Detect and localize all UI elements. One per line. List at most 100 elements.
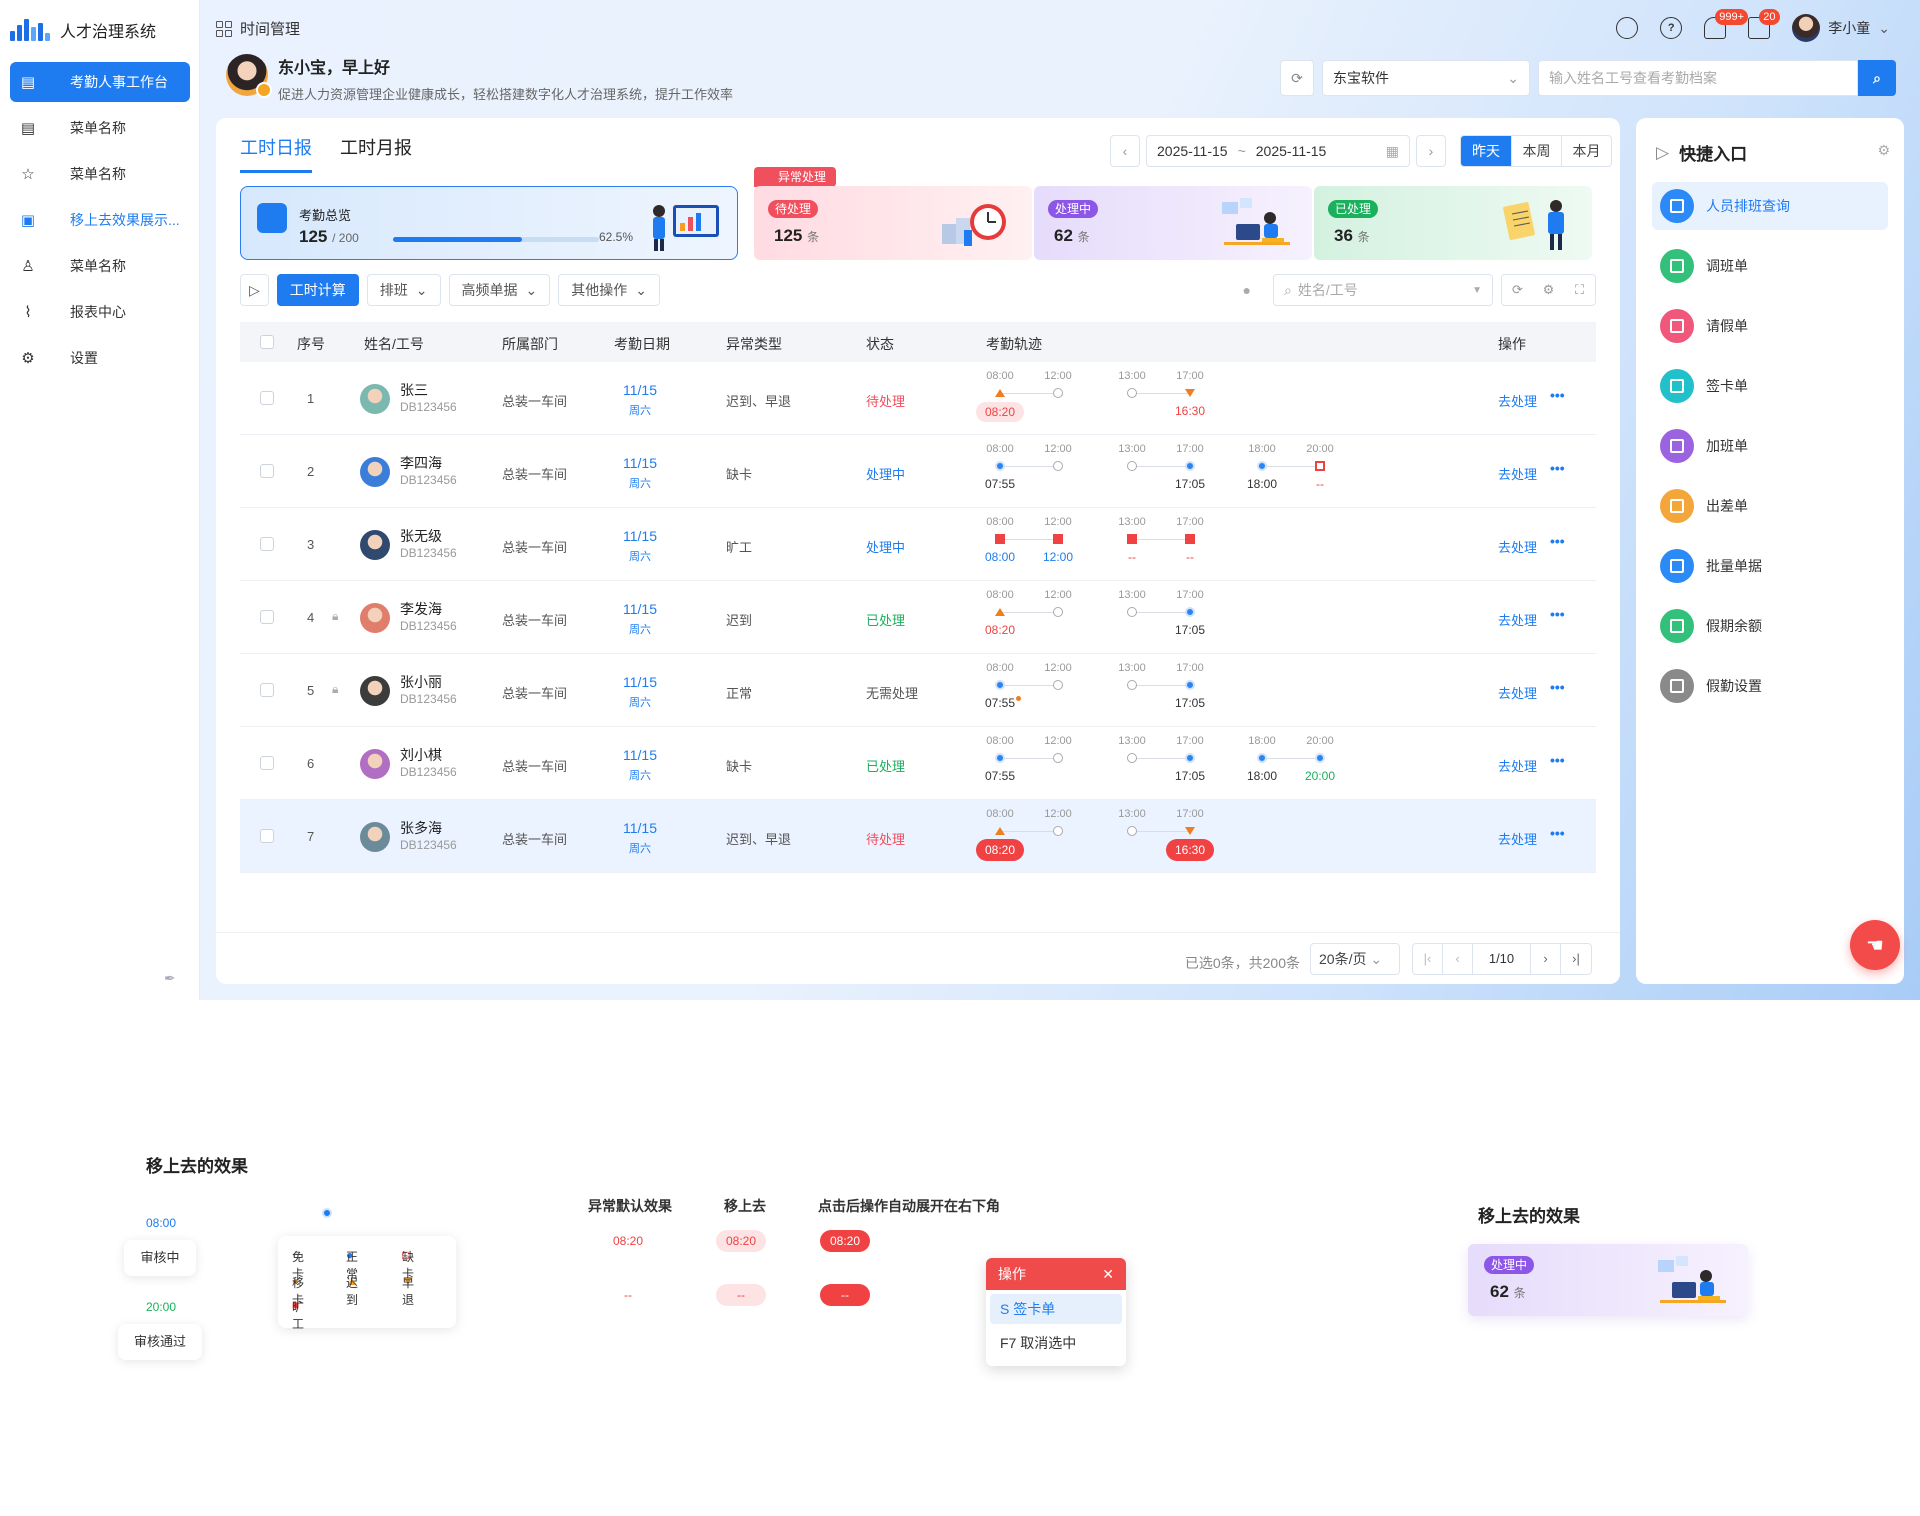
- track-punch-time[interactable]: 08:20: [976, 839, 1024, 861]
- attendance-date[interactable]: 11/15: [620, 528, 660, 544]
- sidebar-item-1[interactable]: ▤document-icon菜单名称: [10, 108, 190, 148]
- quick-item-3[interactable]: 签卡单: [1652, 362, 1888, 410]
- track-mark-empty[interactable]: [1053, 607, 1063, 617]
- row-checkbox[interactable]: [260, 829, 274, 843]
- process-link[interactable]: 去处理: [1498, 756, 1537, 775]
- track-mark-absent[interactable]: [1053, 534, 1063, 544]
- attendance-date[interactable]: 11/15: [620, 674, 660, 690]
- app-logo[interactable]: 人才治理系统: [10, 18, 156, 42]
- name-id-search[interactable]: ⌕ 姓名/工号 ▼: [1273, 274, 1493, 306]
- track-mark-normal[interactable]: [1257, 753, 1267, 763]
- track-punch-time[interactable]: --: [1108, 550, 1156, 564]
- select-all-checkbox[interactable]: [260, 335, 274, 349]
- collapse-icon[interactable]: ▷: [1656, 143, 1669, 163]
- bell-icon[interactable]: 999+: [1704, 9, 1749, 39]
- attendance-overview-card[interactable]: 考勤总览 125 / 200 62.5%: [240, 186, 738, 260]
- frequent-docs-dropdown[interactable]: 高频单据 ⌄: [448, 274, 551, 306]
- row-checkbox[interactable]: [260, 464, 274, 478]
- track-mark-late[interactable]: [995, 608, 1005, 616]
- attendance-date[interactable]: 11/15: [620, 382, 660, 398]
- track-mark-absent[interactable]: [1127, 534, 1137, 544]
- track-punch-time[interactable]: 07:55: [976, 769, 1024, 783]
- table-row[interactable]: 6 刘小棋 DB123456 总装一车间 11/15 周六 缺卡 已处理 08:00 07:55 1…: [240, 727, 1596, 800]
- date-range-input[interactable]: 2025-11-15 ~ 2025-11-15 ▦: [1146, 135, 1410, 167]
- process-link[interactable]: 去处理: [1498, 391, 1537, 410]
- search-icon[interactable]: [1616, 17, 1639, 39]
- user-menu[interactable]: 李小童 ⌄: [1792, 14, 1890, 42]
- row-checkbox[interactable]: [260, 537, 274, 551]
- track-punch-time[interactable]: 17:05: [1166, 696, 1214, 710]
- more-icon[interactable]: •••: [1550, 606, 1565, 622]
- quick-item-2[interactable]: 请假单: [1652, 302, 1888, 350]
- row-checkbox[interactable]: [260, 391, 274, 405]
- popup-item-cancel[interactable]: F7 取消选中: [990, 1328, 1122, 1358]
- sidebar-item-5[interactable]: ⌇report-icon报表中心: [10, 292, 190, 332]
- message-icon[interactable]: 20: [1748, 9, 1780, 39]
- track-punch-time[interactable]: 08:20: [976, 623, 1024, 637]
- fullscreen-icon[interactable]: ⛶: [1564, 275, 1595, 305]
- track-mark-empty[interactable]: [1127, 607, 1137, 617]
- settings-icon[interactable]: ⚙: [1533, 275, 1564, 305]
- track-mark-empty[interactable]: [1053, 461, 1063, 471]
- company-select[interactable]: 东宝软件 ⌄: [1322, 60, 1530, 96]
- track-punch-time[interactable]: 18:00: [1238, 769, 1286, 783]
- next-date-button[interactable]: ›: [1416, 135, 1446, 167]
- quick-item-5[interactable]: 出差单: [1652, 482, 1888, 530]
- track-mark-missing[interactable]: [1315, 461, 1325, 471]
- track-mark-absent[interactable]: [1185, 534, 1195, 544]
- track-mark-empty[interactable]: [1053, 753, 1063, 763]
- track-mark-early[interactable]: [1185, 389, 1195, 397]
- quick-item-7[interactable]: 假期余额: [1652, 602, 1888, 650]
- table-row[interactable]: 3 张无级 DB123456 总装一车间 11/15 周六 旷工 处理中 08:00 08:00 1…: [240, 508, 1596, 581]
- table-row[interactable]: 5 🔒︎ 张小丽 DB123456 总装一车间 11/15 周六 正常 无需处理 08:00 07:…: [240, 654, 1596, 727]
- table-row[interactable]: 2 李四海 DB123456 总装一车间 11/15 周六 缺卡 处理中 08:00 07:55 1…: [240, 435, 1596, 508]
- sidebar-item-2[interactable]: ☆star-icon菜单名称: [10, 154, 190, 194]
- quick-item-8[interactable]: 假勤设置: [1652, 662, 1888, 710]
- popup-item-sign[interactable]: S 签卡单: [990, 1294, 1122, 1324]
- calc-hours-button[interactable]: 工时计算: [276, 274, 359, 306]
- grid-icon[interactable]: [216, 20, 232, 37]
- track-punch-time[interactable]: 17:05: [1166, 477, 1214, 491]
- tab-daily[interactable]: 工时日报: [240, 134, 312, 173]
- abnormal-card-proc[interactable]: 处理中 62 条: [1034, 186, 1312, 260]
- attendance-date[interactable]: 11/15: [620, 455, 660, 471]
- more-icon[interactable]: •••: [1550, 679, 1565, 695]
- track-punch-time[interactable]: 16:30: [1166, 839, 1214, 861]
- more-icon[interactable]: •••: [1550, 825, 1565, 841]
- quick-item-0[interactable]: 人员排班查询: [1652, 182, 1888, 230]
- more-icon[interactable]: •••: [1550, 752, 1565, 768]
- track-punch-time[interactable]: --: [1296, 477, 1344, 491]
- table-row[interactable]: 7 张多海 DB123456 总装一车间 11/15 周六 迟到、早退 待处理 08:00 08:…: [240, 800, 1596, 873]
- range-week[interactable]: 本周: [1511, 136, 1561, 166]
- expand-button[interactable]: ▷: [240, 274, 269, 306]
- process-link[interactable]: 去处理: [1498, 683, 1537, 702]
- sidebar-item-3[interactable]: ▣badge-icon移上去效果展示...: [10, 200, 190, 240]
- refresh-button[interactable]: ⟳: [1280, 60, 1314, 96]
- attendance-date[interactable]: 11/15: [620, 747, 660, 763]
- range-yesterday[interactable]: 昨天: [1461, 136, 1511, 166]
- sidebar-item-0[interactable]: ▤chart-icon考勤人事工作台: [10, 62, 190, 102]
- row-checkbox[interactable]: [260, 683, 274, 697]
- process-link[interactable]: 去处理: [1498, 829, 1537, 848]
- refresh-icon[interactable]: ⟳: [1502, 275, 1533, 305]
- track-mark-late[interactable]: [995, 827, 1005, 835]
- track-punch-time[interactable]: 08:00: [976, 550, 1024, 564]
- track-mark-normal[interactable]: [1185, 680, 1195, 690]
- track-mark-absent[interactable]: [995, 534, 1005, 544]
- row-checkbox[interactable]: [260, 610, 274, 624]
- track-mark-normal[interactable]: [1315, 753, 1325, 763]
- operation-fab[interactable]: ☚: [1850, 920, 1900, 970]
- track-mark-empty[interactable]: [1127, 680, 1137, 690]
- pin-icon[interactable]: ✒: [164, 970, 176, 987]
- track-punch-time[interactable]: 17:05: [1166, 769, 1214, 783]
- track-punch-time[interactable]: 08:20: [976, 402, 1024, 422]
- prev-page-button[interactable]: ‹: [1443, 944, 1473, 974]
- track-punch-time[interactable]: 12:00: [1034, 550, 1082, 564]
- quick-item-1[interactable]: 调班单: [1652, 242, 1888, 290]
- track-mark-empty[interactable]: [1127, 826, 1137, 836]
- schedule-dropdown[interactable]: 排班 ⌄: [366, 274, 441, 306]
- track-punch-time[interactable]: --: [1166, 550, 1214, 564]
- track-mark-early[interactable]: [1185, 827, 1195, 835]
- first-page-button[interactable]: |‹: [1413, 944, 1443, 974]
- track-mark-normal[interactable]: [1185, 461, 1195, 471]
